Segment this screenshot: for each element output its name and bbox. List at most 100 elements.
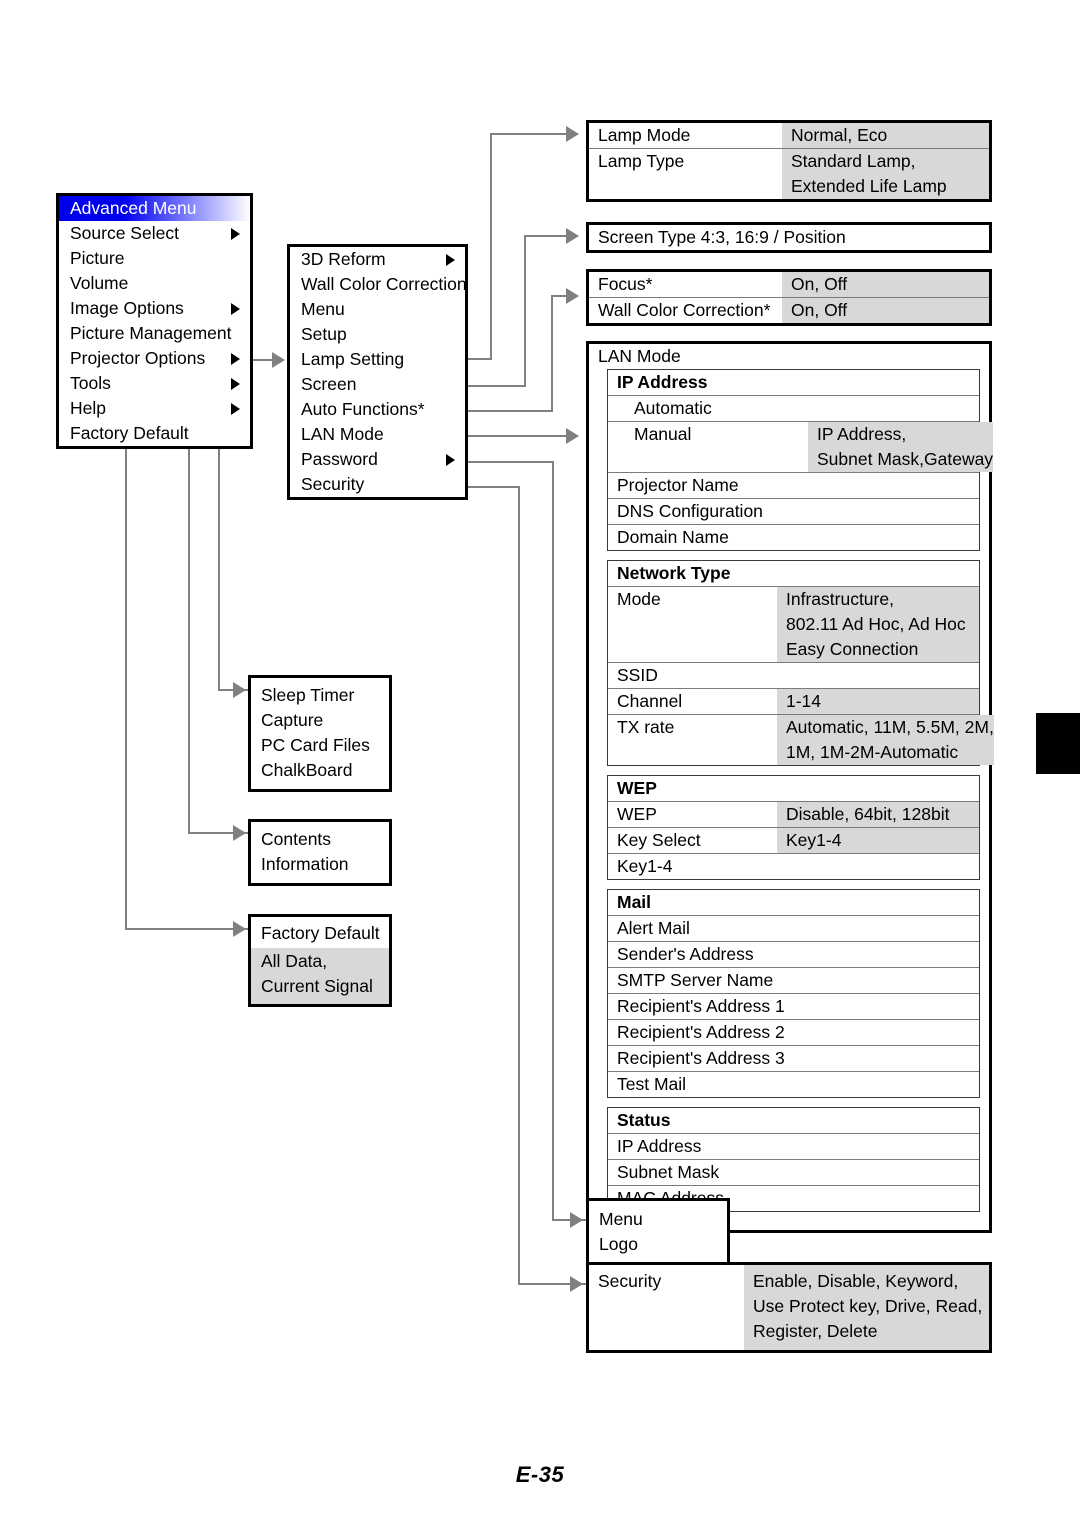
menu-item-projector-options[interactable]: Projector Options xyxy=(59,346,250,371)
row-label: Wall Color Correction* xyxy=(598,300,771,320)
security-box: Security Enable, Disable, Keyword, Use Pr… xyxy=(586,1262,992,1353)
menu-item-auto-functions[interactable]: Auto Functions* xyxy=(290,397,465,422)
row-label: Test Mail xyxy=(617,1074,687,1094)
table-row: Mode Infrastructure, 802.11 Ad Hoc, Ad Hoc… xyxy=(608,587,979,663)
menu-item-label: Wall Color Correction xyxy=(301,274,467,294)
table-row: SMTP Server Name xyxy=(608,968,979,994)
help-box: Contents Information xyxy=(248,819,392,886)
connector-password-v xyxy=(552,461,555,1221)
menu-item-image-options[interactable]: Image Options xyxy=(59,296,250,321)
menu-item-source-select[interactable]: Source Select xyxy=(59,221,250,246)
list-item[interactable]: Information xyxy=(251,852,389,877)
edge-tab-marker xyxy=(1036,713,1080,774)
row-label: Key Select xyxy=(617,830,701,850)
group-heading: WEP xyxy=(617,778,657,798)
menu-item-password[interactable]: Password xyxy=(290,447,465,472)
menu-item-label: Help xyxy=(70,398,106,418)
menu-item-label: Security xyxy=(301,474,365,494)
menu-item-screen[interactable]: Screen xyxy=(290,372,465,397)
menu-item-help[interactable]: Help xyxy=(59,396,250,421)
value-line: Standard Lamp, xyxy=(791,151,916,171)
group-heading: Network Type xyxy=(617,563,731,583)
row-value: Key1-4 xyxy=(777,828,979,853)
menu-item-label: LAN Mode xyxy=(301,424,384,444)
row-label: SMTP Server Name xyxy=(617,970,774,990)
table-row: DNS Configuration xyxy=(608,499,979,525)
connector-help-v xyxy=(188,409,191,834)
list-item[interactable]: Logo xyxy=(589,1232,727,1257)
menu-item-3d-reform[interactable]: 3D Reform xyxy=(290,247,465,272)
menu-item-label: Tools xyxy=(70,373,111,393)
menu-item-menu[interactable]: Menu xyxy=(290,297,465,322)
value-line: Register, Delete xyxy=(753,1321,878,1341)
value-line: 1-14 xyxy=(786,691,822,711)
row-label: Lamp Mode xyxy=(598,125,691,145)
list-item[interactable]: Capture xyxy=(251,708,389,733)
row-label: SSID xyxy=(617,665,658,685)
page-number: E-35 xyxy=(515,1462,565,1487)
lan-mode-groups: IP Address Automatic Manual IP Address, Subn… xyxy=(589,369,994,1212)
tools-box: Sleep Timer Capture PC Card Files ChalkBoar… xyxy=(248,675,392,792)
row-label: Channel xyxy=(617,691,683,711)
menu-item-label: Lamp Setting xyxy=(301,349,405,369)
row-label: Recipient's Address 3 xyxy=(617,1048,785,1068)
chevron-right-icon xyxy=(446,253,455,266)
chevron-right-icon xyxy=(231,227,240,240)
value-line: Disable, 64bit, 128bit xyxy=(786,804,950,824)
lan-mode-title: LAN Mode xyxy=(598,346,681,366)
group-heading: Status xyxy=(617,1110,671,1130)
list-item[interactable]: Menu xyxy=(589,1207,727,1232)
screen-type-text: Screen Type 4:3, 16:9 / Position xyxy=(598,227,846,247)
value-line: Normal, Eco xyxy=(791,125,888,145)
menu-item-picture-management[interactable]: Picture Management xyxy=(59,321,250,346)
arrow-help xyxy=(233,825,246,841)
table-row: Screen Type 4:3, 16:9 / Position xyxy=(589,225,989,250)
lan-group: IP Address Automatic Manual IP Address, Subn… xyxy=(607,369,994,551)
menu-item-volume[interactable]: Volume xyxy=(59,271,250,296)
menu-item-label: Picture xyxy=(70,248,125,268)
table-row: Wall Color Correction* On, Off xyxy=(589,298,989,323)
list-item[interactable]: Contents xyxy=(251,827,389,852)
table-row: Subnet Mask xyxy=(608,1160,979,1186)
menu-item-lan-mode[interactable]: LAN Mode xyxy=(290,422,465,447)
menu-item-label: Source Select xyxy=(70,223,179,243)
connector-auto-functions-v xyxy=(551,295,554,412)
table-row: Manual IP Address, Subnet Mask,Gateway xyxy=(608,422,994,473)
value-line: Use Protect key, Drive, Read, xyxy=(753,1296,983,1316)
value-line: Automatic, 11M, 5.5M, 2M, xyxy=(786,717,994,737)
table-row: Recipient's Address 2 xyxy=(608,1020,979,1046)
menu-item-security[interactable]: Security xyxy=(290,472,465,497)
list-item[interactable]: Sleep Timer xyxy=(251,683,389,708)
connector-lamp-setting-h2 xyxy=(490,133,570,136)
table-row: Sender's Address xyxy=(608,942,979,968)
connector-screen-h2 xyxy=(524,235,570,238)
table-row: Recipient's Address 3 xyxy=(608,1046,979,1072)
row-label: TX rate xyxy=(617,717,675,737)
connector-security-v xyxy=(518,486,521,1285)
row-label: Automatic xyxy=(634,398,712,418)
table-row: Status xyxy=(608,1108,979,1134)
list-item[interactable]: PC Card Files xyxy=(251,733,389,758)
connector-factory-default-h xyxy=(125,928,248,931)
menu-item-tools[interactable]: Tools xyxy=(59,371,250,396)
menu-item-label: Menu xyxy=(301,299,345,319)
chevron-right-icon xyxy=(446,453,455,466)
list-item[interactable]: ChalkBoard xyxy=(251,758,389,783)
row-label: Mode xyxy=(617,589,661,609)
menu-item-setup[interactable]: Setup xyxy=(290,322,465,347)
row-label: Recipient's Address 1 xyxy=(617,996,785,1016)
arrow-factory-default xyxy=(233,921,246,937)
menu-item-factory-default[interactable]: Factory Default xyxy=(59,421,250,446)
table-row: Key Select Key1-4 xyxy=(608,828,979,854)
value-line: 802.11 Ad Hoc, Ad Hoc xyxy=(786,614,966,634)
projector-options-panel: 3D Reform Wall Color Correction Menu Setup L… xyxy=(287,244,468,500)
chevron-right-icon xyxy=(231,352,240,365)
table-row: Mail xyxy=(608,890,979,916)
row-label: DNS Configuration xyxy=(617,501,763,521)
menu-item-lamp-setting[interactable]: Lamp Setting xyxy=(290,347,465,372)
menu-item-wall-color-correction[interactable]: Wall Color Correction xyxy=(290,272,467,297)
connector-factory-default-v xyxy=(125,444,128,930)
table-row: IP Address xyxy=(608,1134,979,1160)
menu-item-picture[interactable]: Picture xyxy=(59,246,250,271)
row-value: On, Off xyxy=(782,272,989,297)
